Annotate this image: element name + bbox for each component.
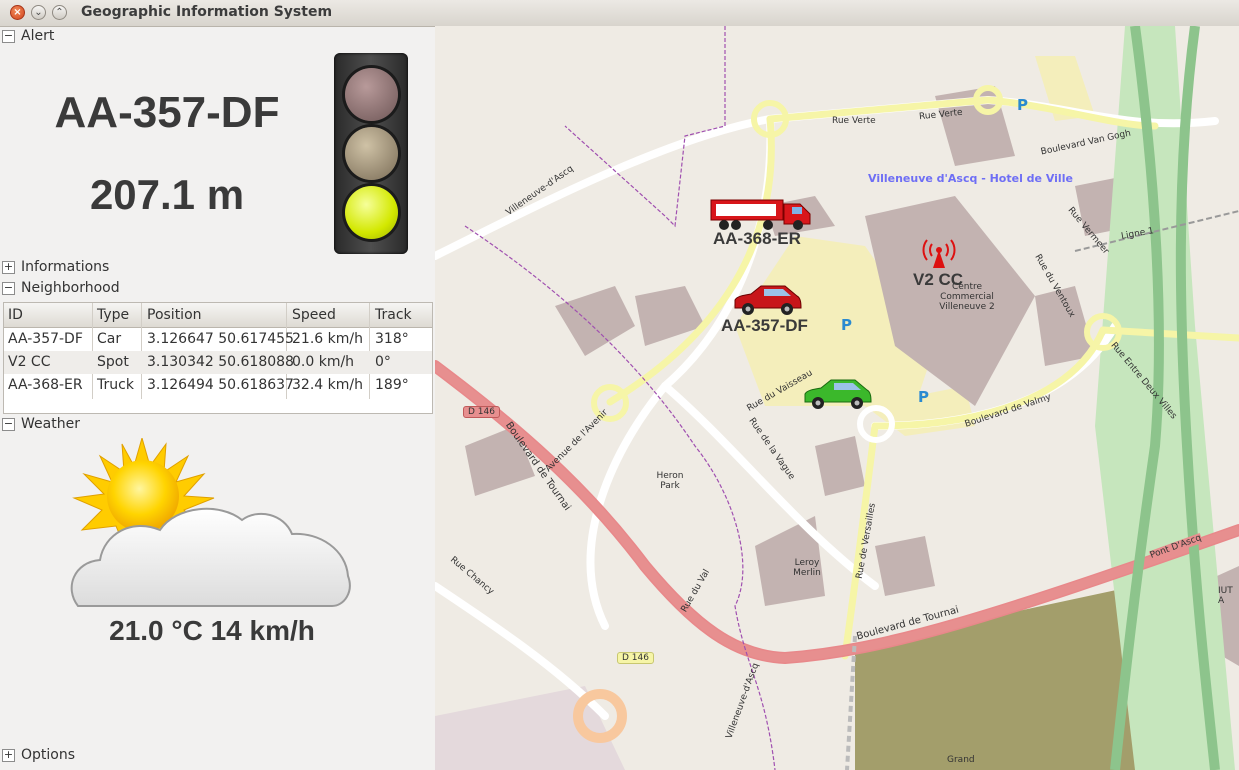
table-row[interactable]: AA-368-ER Truck 3.126494 50.618637 32.4 … <box>4 374 432 397</box>
weather-section-header[interactable]: − Weather <box>2 416 80 434</box>
parking-icon: P <box>841 316 852 334</box>
table-row[interactable]: V2 CC Spot 3.130342 50.618088 0.0 km/h 0… <box>4 351 432 374</box>
map-label: D 146 <box>463 406 500 418</box>
cell-speed: 21.6 km/h <box>292 331 363 347</box>
collapse-icon[interactable]: − <box>2 418 15 431</box>
map-label: Villeneuve d'Ascq - Hotel de Ville <box>868 172 1073 185</box>
options-section-header[interactable]: + Options <box>2 747 75 765</box>
car-icon[interactable] <box>731 284 803 316</box>
column-header-track[interactable]: Track <box>375 307 412 323</box>
green-lamp <box>345 186 398 239</box>
window-titlebar: × ⌄ ⌃ Geographic Information System <box>0 0 1239 27</box>
map-label: Rue Verte <box>832 116 876 126</box>
cell-position: 3.126494 50.618637 <box>147 377 294 393</box>
cell-id: V2 CC <box>8 354 51 370</box>
map-label: IUT A <box>1218 586 1233 606</box>
column-header-id[interactable]: ID <box>8 307 23 323</box>
truck-label: AA-368-ER <box>713 229 801 248</box>
cell-track: 318° <box>375 331 409 347</box>
spot-label: V2 CC <box>913 270 964 289</box>
minimize-window-button[interactable]: ⌄ <box>31 5 46 20</box>
cell-id: AA-368-ER <box>8 377 83 393</box>
informations-section-header[interactable]: + Informations <box>2 259 109 277</box>
collapse-icon[interactable]: − <box>2 282 15 295</box>
table-row[interactable]: AA-357-DF Car 3.126647 50.617455 21.6 km… <box>4 328 432 351</box>
weather-section-label: Weather <box>21 416 80 432</box>
collapse-icon[interactable]: − <box>2 30 15 43</box>
amber-lamp <box>345 127 398 180</box>
red-lamp <box>345 68 398 121</box>
column-header-speed[interactable]: Speed <box>292 307 336 323</box>
window-title: Geographic Information System <box>81 4 333 20</box>
map-view[interactable]: Villeneuve d'Ascq - Hotel de Ville Rue V… <box>435 26 1239 770</box>
cell-track: 0° <box>375 354 391 370</box>
map-label: Heron Park <box>656 471 684 491</box>
alert-distance: 207.1 m <box>89 171 245 218</box>
alert-plate: AA-357-DF <box>54 88 280 137</box>
alert-section-label: Alert <box>21 28 55 44</box>
antenna-icon[interactable] <box>922 238 956 268</box>
cell-type: Truck <box>97 377 134 393</box>
informations-section-label: Informations <box>21 259 110 275</box>
cell-speed: 32.4 km/h <box>292 377 363 393</box>
table-header: ID Type Position Speed Track <box>4 303 432 328</box>
cell-speed: 0.0 km/h <box>292 354 355 370</box>
car-label: AA-357-DF <box>721 316 808 335</box>
cell-track: 189° <box>375 377 409 393</box>
expand-icon[interactable]: + <box>2 261 15 274</box>
neighborhood-table: ID Type Position Speed Track AA-357-DF C… <box>3 302 433 414</box>
cell-type: Car <box>97 331 122 347</box>
traffic-light-icon <box>334 53 408 254</box>
map-label: Grand <box>947 755 975 765</box>
neighborhood-section-label: Neighborhood <box>21 280 120 296</box>
weather-reading: 21.0 °C 14 km/h <box>109 615 315 646</box>
map-label: D 146 <box>617 652 654 664</box>
truck-icon[interactable] <box>710 196 812 232</box>
alert-section-header[interactable]: − Alert <box>2 28 54 46</box>
maximize-window-button[interactable]: ⌃ <box>52 5 67 20</box>
cell-position: 3.126647 50.617455 <box>147 331 294 347</box>
options-section-label: Options <box>21 747 76 763</box>
cell-position: 3.130342 50.618088 <box>147 354 294 370</box>
neighborhood-section-header[interactable]: − Neighborhood <box>2 280 120 298</box>
cell-type: Spot <box>97 354 129 370</box>
column-header-type[interactable]: Type <box>97 307 129 323</box>
column-header-position[interactable]: Position <box>147 307 202 323</box>
green-car-icon[interactable] <box>801 378 873 410</box>
parking-icon: P <box>918 388 929 406</box>
parking-icon: P <box>1017 96 1028 114</box>
close-window-button[interactable]: × <box>10 5 25 20</box>
cell-id: AA-357-DF <box>8 331 83 347</box>
map-label: Leroy Merlin <box>793 558 821 578</box>
expand-icon[interactable]: + <box>2 749 15 762</box>
sun-behind-cloud-icon <box>70 436 360 613</box>
